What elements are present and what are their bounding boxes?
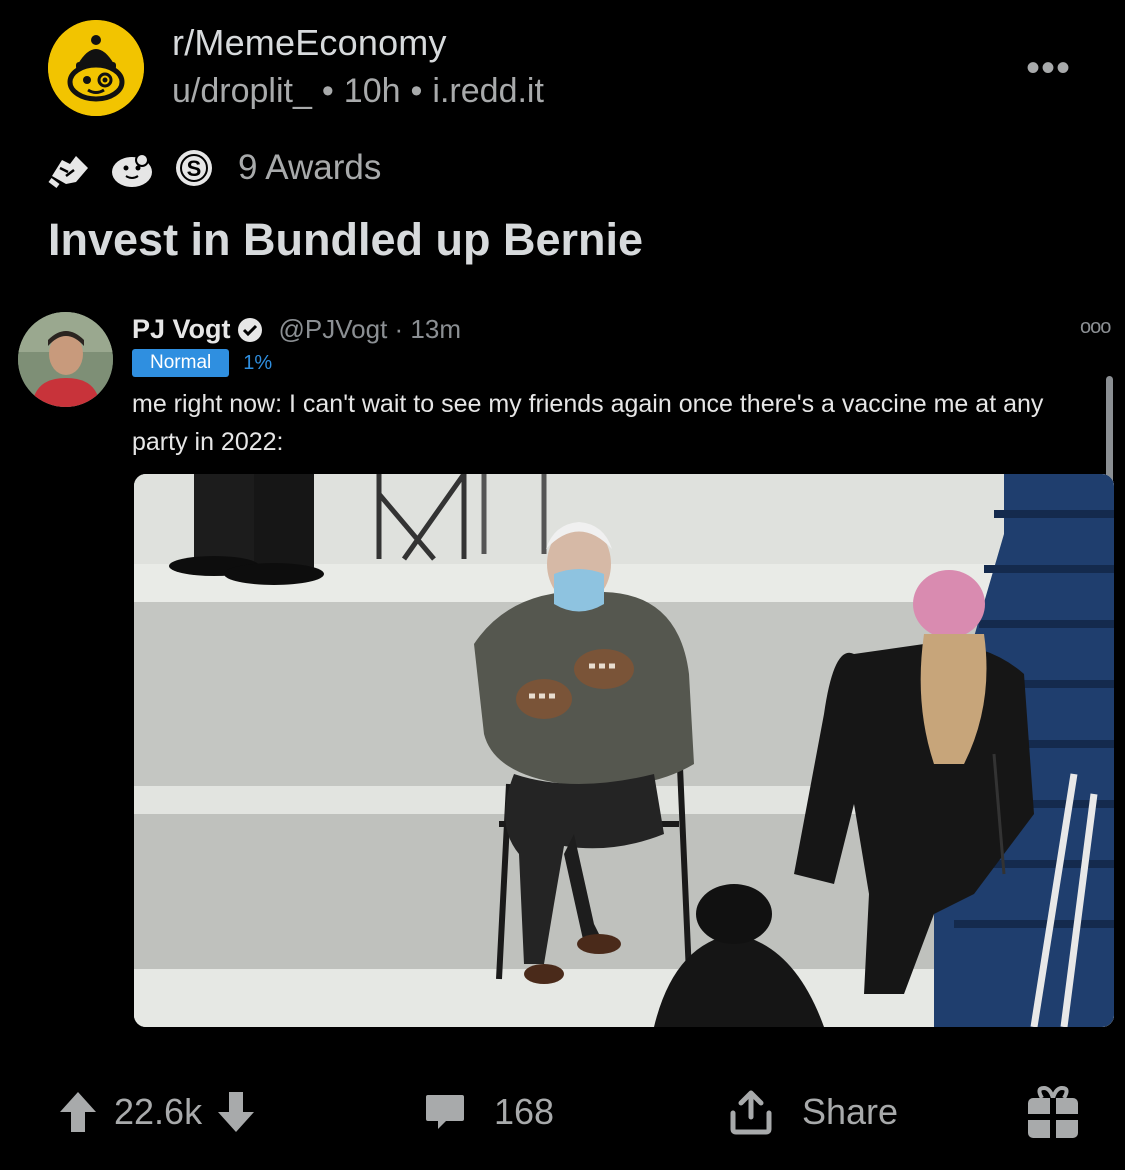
author-link[interactable]: u/droplit_ <box>172 72 312 110</box>
awards-count: 9 Awards <box>238 148 382 187</box>
tweet-header: PJ Vogt @PJVogt · 13m <box>132 314 461 345</box>
tweet-percent: 1% <box>243 351 273 374</box>
awards-row[interactable]: S 9 Awards <box>46 146 381 190</box>
post-domain[interactable]: i.redd.it <box>432 72 544 110</box>
subreddit-avatar[interactable] <box>48 20 144 116</box>
award-gift-button[interactable] <box>1026 1080 1080 1144</box>
tweet-badges: Normal 1% <box>132 349 272 377</box>
vote-score: 22.6k <box>114 1091 203 1132</box>
wholesome-seal-award-icon <box>112 153 152 187</box>
tweet-text: me right now: I can't wait to see my fri… <box>132 390 1044 456</box>
post-more-button[interactable]: ••• <box>1026 48 1071 88</box>
share-button[interactable]: Share <box>728 1080 898 1144</box>
comment-bubble-icon <box>426 1095 464 1129</box>
tweet-avatar <box>18 312 113 407</box>
svg-text:S: S <box>187 156 202 181</box>
post-title[interactable]: Invest in Bundled up Bernie <box>48 214 643 266</box>
tweet-handle-time: @PJVogt · 13m <box>278 314 461 344</box>
upvote-arrow-icon[interactable] <box>58 1090 98 1134</box>
comments-button[interactable]: 168 <box>424 1080 554 1144</box>
post-age: 10h <box>343 72 401 110</box>
tweet-flair-badge: Normal <box>132 349 230 377</box>
post-image[interactable] <box>134 474 1114 1027</box>
gift-icon <box>1028 1085 1078 1138</box>
comments-count: 168 <box>494 1091 555 1132</box>
silver-s-award-icon: S <box>176 150 212 186</box>
post-action-bar: 22.6k 168 Share <box>0 1080 1125 1144</box>
share-upload-icon <box>730 1090 772 1135</box>
meta-separator: • <box>321 72 334 110</box>
post-meta: u/droplit_ • 10h • i.redd.it <box>172 72 544 111</box>
verified-check-icon <box>237 317 262 342</box>
handshake-award-icon <box>48 156 88 188</box>
downvote-arrow-icon[interactable] <box>216 1090 256 1134</box>
vote-controls: 22.6k <box>58 1080 256 1144</box>
tweet-author-name[interactable]: PJ Vogt <box>132 314 231 345</box>
tweet-scrollbar <box>1106 376 1113 484</box>
share-label: Share <box>802 1091 899 1132</box>
subreddit-name[interactable]: r/MemeEconomy <box>172 22 447 64</box>
tweet-more-icon: ooo <box>1080 316 1111 338</box>
meta-separator: • <box>410 72 423 110</box>
